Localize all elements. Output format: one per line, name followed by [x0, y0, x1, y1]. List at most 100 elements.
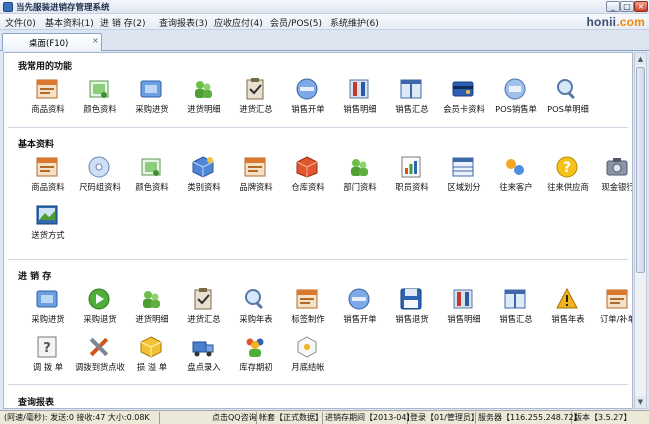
window-title: 当先服装进销存管理系统: [16, 3, 110, 13]
floppy-icon: [399, 287, 423, 311]
status-period: 进销存期间【2013-04】: [325, 412, 415, 424]
shortcut-0-3[interactable]: 进货明细: [176, 77, 232, 125]
hexagon-icon: [295, 335, 319, 359]
shortcut-1-0[interactable]: 商品资料: [20, 155, 76, 203]
shortcut-2-8[interactable]: 销售明细: [436, 287, 492, 335]
shortcut-1-11[interactable]: 现金银行: [590, 155, 632, 203]
product-icon: [295, 287, 319, 311]
shortcut-1-7[interactable]: 职员资料: [384, 155, 440, 203]
shortcut-1-12[interactable]: 送货方式: [20, 203, 76, 251]
status-bar: (阿速/毫秒): 发送:0 接收:47 大小:0.08K 点击QQ咨询 帐套【正…: [0, 410, 649, 424]
shortcut-label: 订单/补单: [600, 314, 633, 324]
shortcut-2-13[interactable]: 调拨到货点收: [72, 335, 128, 383]
shortcut-1-10[interactable]: ? 往来供应商: [540, 155, 596, 203]
shortcut-2-9[interactable]: 销售汇总: [488, 287, 544, 335]
menu-file[interactable]: 文件(0): [5, 16, 36, 29]
close-button[interactable]: ×: [634, 1, 648, 12]
shortcut-0-10[interactable]: POS单明细: [540, 77, 596, 125]
shortcut-2-16[interactable]: 库存期初: [228, 335, 284, 383]
help-icon: ?: [35, 335, 59, 359]
vertical-scrollbar[interactable]: ▲ ▼: [634, 52, 647, 409]
scroll-down-icon[interactable]: ▼: [635, 396, 646, 408]
brand-domain: .com: [616, 15, 645, 29]
shortcut-0-9[interactable]: POS销售单: [488, 77, 544, 125]
shortcut-1-2[interactable]: 颜色资料: [124, 155, 180, 203]
shortcut-1-8[interactable]: 区域划分: [436, 155, 492, 203]
shortcut-0-7[interactable]: 销售汇总: [384, 77, 440, 125]
scroll-thumb[interactable]: [636, 67, 645, 273]
shortcut-2-1[interactable]: 采购退货: [72, 287, 128, 335]
purchase-icon: [35, 287, 59, 311]
shortcut-1-1[interactable]: 尺码组资料: [72, 155, 128, 203]
menu-jxc[interactable]: 进 销 存(2): [100, 16, 145, 29]
menu-payables[interactable]: 应收应付(4): [214, 16, 263, 29]
shortcut-0-8[interactable]: 会员卡资料: [436, 77, 492, 125]
tools-icon: [347, 77, 371, 101]
shortcut-label: 送货方式: [31, 230, 65, 240]
shortcut-0-0[interactable]: 商品资料: [20, 77, 76, 125]
menu-reports[interactable]: 查询报表(3): [159, 16, 208, 29]
tab-close-icon[interactable]: ×: [92, 36, 99, 45]
shortcut-1-6[interactable]: 部门资料: [332, 155, 388, 203]
menu-system[interactable]: 系统维护(6): [330, 16, 379, 29]
shortcut-2-10[interactable]: 销售年表: [540, 287, 596, 335]
shortcut-2-14[interactable]: 损 溢 单: [124, 335, 180, 383]
warehouse-icon: [295, 155, 319, 179]
shortcut-2-4[interactable]: 采购年表: [228, 287, 284, 335]
pos-icon: [503, 77, 527, 101]
minimize-button[interactable]: _: [606, 1, 620, 12]
menu-basic[interactable]: 基本资料(1): [45, 16, 94, 29]
tab-label: 桌面(F10): [29, 39, 69, 49]
product-icon: [243, 155, 267, 179]
tab-desktop[interactable]: 桌面(F10) ×: [2, 33, 102, 51]
section-title-reports: 查询报表: [18, 398, 55, 408]
section-title-favorites: 我常用的功能: [18, 62, 73, 72]
people-icon: [347, 155, 371, 179]
status-account: 帐套【正式数据】: [259, 412, 323, 424]
status-qq-link[interactable]: 点击QQ咨询: [210, 412, 257, 424]
play-icon: [87, 287, 111, 311]
shortcut-2-2[interactable]: 进货明细: [124, 287, 180, 335]
shortcut-0-2[interactable]: 采购进货: [124, 77, 180, 125]
section-title-jxc: 进 销 存: [18, 272, 52, 282]
circle-icon: [295, 77, 319, 101]
menu-member[interactable]: 会员/POS(5): [270, 16, 322, 29]
status-login: 登录【01/管理员】: [410, 412, 479, 424]
people-icon: [139, 287, 163, 311]
shortcut-2-17[interactable]: 月底结帐: [280, 335, 336, 383]
shortcut-0-5[interactable]: 销售开单: [280, 77, 336, 125]
shortcut-2-12[interactable]: ? 调 拨 单: [20, 335, 76, 383]
shortcut-1-5[interactable]: 仓库资料: [280, 155, 336, 203]
circle-icon: [347, 287, 371, 311]
status-version: 版本【3.5.27】: [574, 413, 632, 422]
shortcut-2-7[interactable]: 销售退货: [384, 287, 440, 335]
scroll-up-icon[interactable]: ▲: [635, 53, 646, 65]
clipboard-icon: [191, 287, 215, 311]
product-icon: [35, 77, 59, 101]
shortcut-0-6[interactable]: 销售明细: [332, 77, 388, 125]
shortcut-1-4[interactable]: 品牌资料: [228, 155, 284, 203]
shortcut-0-4[interactable]: 进货汇总: [228, 77, 284, 125]
shortcut-1-3[interactable]: 类别资料: [176, 155, 232, 203]
title-bar: 当先服装进销存管理系统 _ □ ×: [0, 0, 649, 14]
clipboard-icon: [243, 77, 267, 101]
shortcut-2-6[interactable]: 销售开单: [332, 287, 388, 335]
window-icon: [399, 77, 423, 101]
shortcut-2-5[interactable]: 标签制作: [280, 287, 336, 335]
shortcut-2-11[interactable]: 订单/补单: [590, 287, 632, 335]
shortcut-label: POS单明细: [547, 104, 589, 114]
section-divider: [8, 259, 628, 260]
magnifier-icon: [243, 287, 267, 311]
maximize-button[interactable]: □: [620, 1, 634, 12]
truck-icon: [191, 335, 215, 359]
brand-text: honii: [586, 15, 617, 29]
desktop-panel: 我常用的功能 基本资料 进 销 存 查询报表 商品资料 颜色资料 采购进货 进货明细进…: [3, 52, 633, 409]
shortcut-2-15[interactable]: 盘点录入: [176, 335, 232, 383]
question-icon: ?: [555, 155, 579, 179]
shortcut-1-9[interactable]: 往来客户: [488, 155, 544, 203]
tools-icon: [451, 287, 475, 311]
shortcut-2-3[interactable]: 进货汇总: [176, 287, 232, 335]
shortcut-0-1[interactable]: 颜色资料: [72, 77, 128, 125]
shortcut-2-0[interactable]: 采购进货: [20, 287, 76, 335]
product-icon: [35, 155, 59, 179]
